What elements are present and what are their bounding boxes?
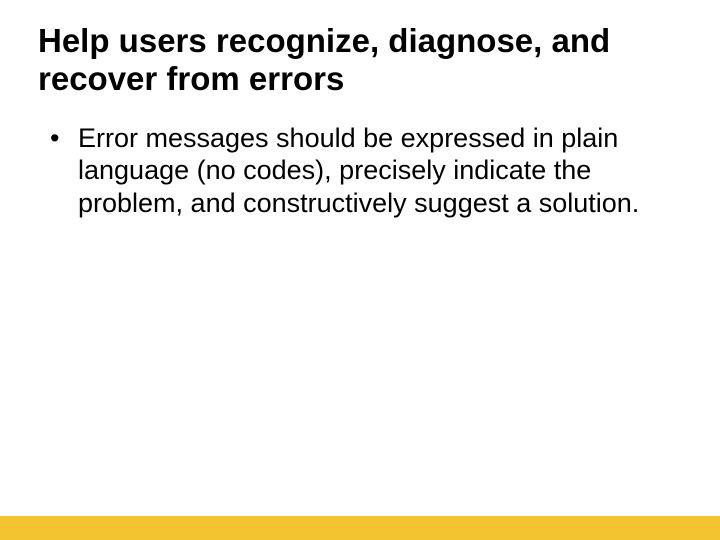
slide-content: Help users recognize, diagnose, and reco… [0, 0, 720, 219]
slide-title: Help users recognize, diagnose, and reco… [38, 22, 682, 98]
footer-accent-bar [0, 516, 720, 540]
bullet-item: Error messages should be expressed in pl… [50, 122, 682, 219]
bullet-list: Error messages should be expressed in pl… [38, 122, 682, 219]
